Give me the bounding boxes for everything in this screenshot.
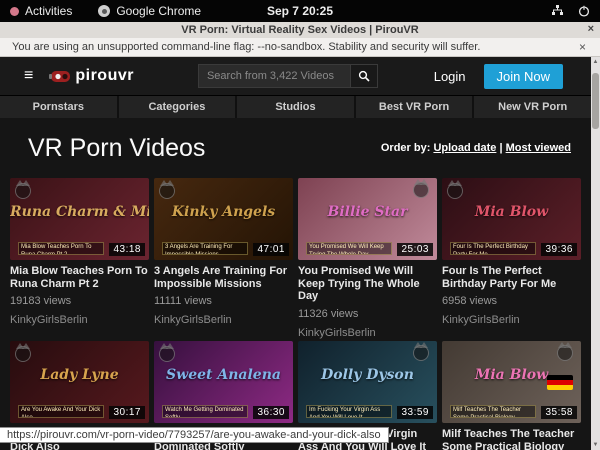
duration-badge: 25:03 (397, 243, 433, 256)
german-flag-icon (547, 375, 573, 390)
duration-badge: 36:30 (253, 406, 289, 419)
video-title-link[interactable]: You Promised We Will Keep Trying The Who… (298, 265, 437, 303)
cat-mask-studio-icon (557, 345, 573, 361)
video-thumbnail[interactable]: Mia BlowMilf Teaches The Teacher Some Pr… (442, 341, 581, 423)
thumbnail-caption: Are You Awake And Your Dick Also (18, 405, 104, 418)
order-link-upload-date[interactable]: Upload date (433, 142, 496, 154)
video-title-link[interactable]: Four Is The Perfect Birthday Party For M… (442, 265, 581, 290)
cat-mask-studio-icon (447, 183, 463, 199)
studio-link[interactable]: KinkyGirlsBerlin (154, 314, 293, 326)
performer-name-overlay: Runa Charm & Mia Blow (10, 204, 149, 220)
cat-mask-studio-icon (159, 183, 175, 199)
thumbnail-caption: Milf Teaches The Teacher Some Practical … (450, 405, 536, 418)
status-url-tooltip: https://pirouvr.com/vr-porn-video/779325… (0, 427, 389, 443)
video-thumbnail[interactable]: Dolly Dyson Im Fucking Your Virgin Ass An… (298, 341, 437, 423)
scrollbar-down-arrow[interactable]: ▼ (591, 442, 600, 448)
thumbnail-caption: Im Fucking Your Virgin Ass And You Will … (306, 405, 392, 418)
order-links: Upload date | Most viewed (433, 142, 571, 154)
network-icon[interactable] (551, 5, 564, 17)
duration-badge: 33:59 (397, 406, 433, 419)
video-card[interactable]: Mia BlowMilf Teaches The Teacher Some Pr… (442, 341, 581, 450)
browser-title-bar: VR Porn: Virtual Reality Sex Videos | Pi… (0, 22, 600, 38)
video-thumbnail[interactable]: Sweet Analena Watch Me Getting Dominated … (154, 341, 293, 423)
video-views: 19183 views (10, 295, 149, 307)
performer-name-overlay: Billie Star (298, 204, 437, 220)
video-card[interactable]: Billie Star You Promised We Will Keep Try… (298, 178, 437, 341)
menu-item-categories[interactable]: Categories (119, 96, 236, 118)
warning-infobar: You are using an unsupported command-lin… (0, 38, 600, 57)
video-card[interactable]: Kinky Angels 3 Angels Are Training For Im… (154, 178, 293, 341)
vr-goggles-icon (49, 70, 71, 83)
performer-name-overlay: Lady Lyne (10, 367, 149, 383)
join-now-button[interactable]: Join Now (484, 64, 563, 89)
menu-item-new-vr-porn[interactable]: New VR Porn (474, 96, 591, 118)
warning-close-icon[interactable]: × (579, 40, 586, 54)
video-thumbnail[interactable]: Mia Blow Four Is The Perfect Birthday Par… (442, 178, 581, 260)
scrollbar-thumb[interactable] (592, 73, 599, 129)
video-card[interactable]: Mia Blow Four Is The Perfect Birthday Par… (442, 178, 581, 341)
clock[interactable]: Sep 7 20:25 (0, 4, 600, 18)
power-icon[interactable] (578, 5, 590, 17)
menu-bar: PornstarsCategoriesStudiosBest VR PornNe… (0, 95, 591, 118)
vertical-scrollbar[interactable]: ▲ ▼ (591, 57, 600, 450)
site-logo[interactable]: pirouvr (49, 67, 134, 85)
performer-name-overlay: Sweet Analena (154, 367, 293, 383)
menu-item-best-vr-porn[interactable]: Best VR Porn (356, 96, 473, 118)
video-thumbnail[interactable]: Lady Lyne Are You Awake And Your Dick Als… (10, 341, 149, 423)
site-header: ≡ pirouvr Login Join Now (0, 57, 591, 95)
system-top-bar: Activities Google Chrome Sep 7 20:25 (0, 0, 600, 22)
tab-title: VR Porn: Virtual Reality Sex Videos | Pi… (181, 24, 418, 36)
thumbnail-caption: Mia Blow Teaches Porn To Runa Charm Pt 2 (18, 242, 104, 255)
video-thumbnail[interactable]: Kinky Angels 3 Angels Are Training For Im… (154, 178, 293, 260)
page-title: VR Porn Videos (28, 134, 205, 163)
video-title-link[interactable]: 3 Angels Are Training For Impossible Mis… (154, 265, 293, 290)
studio-link[interactable]: KinkyGirlsBerlin (298, 327, 437, 339)
scrollbar-up-arrow[interactable]: ▲ (591, 59, 600, 65)
login-link[interactable]: Login (434, 69, 466, 84)
studio-link[interactable]: KinkyGirlsBerlin (10, 314, 149, 326)
video-views: 11111 views (154, 295, 293, 307)
duration-badge: 39:36 (541, 243, 577, 256)
video-card[interactable]: Runa Charm & Mia Blow Mia Blow Teaches Po… (10, 178, 149, 341)
thumbnail-caption: 3 Angels Are Training For Impossible Mis… (162, 242, 248, 255)
warning-text: You are using an unsupported command-lin… (12, 41, 480, 53)
video-title-link[interactable]: Milf Teaches The Teacher Some Practical … (442, 428, 581, 450)
order-link-most-viewed[interactable]: Most viewed (506, 142, 571, 154)
video-thumbnail[interactable]: Billie Star You Promised We Will Keep Try… (298, 178, 437, 260)
order-by: Order by: Upload date | Most viewed (381, 142, 571, 154)
performer-name-overlay: Dolly Dyson (298, 367, 437, 383)
menu-item-studios[interactable]: Studios (237, 96, 354, 118)
site-logo-text: pirouvr (75, 67, 134, 85)
menu-item-pornstars[interactable]: Pornstars (0, 96, 117, 118)
performer-name-overlay: Kinky Angels (154, 204, 293, 220)
tab-close-icon[interactable]: × (588, 23, 594, 35)
studio-link[interactable]: KinkyGirlsBerlin (442, 314, 581, 326)
video-views: 11326 views (298, 308, 437, 320)
search-input[interactable] (198, 64, 350, 88)
duration-badge: 47:01 (253, 243, 289, 256)
order-by-label: Order by: (381, 142, 431, 154)
video-views: 6958 views (442, 295, 581, 307)
thumbnail-caption: Watch Me Getting Dominated Softly (162, 405, 248, 418)
hamburger-menu-icon[interactable]: ≡ (24, 68, 33, 84)
video-thumbnail[interactable]: Runa Charm & Mia Blow Mia Blow Teaches Po… (10, 178, 149, 260)
search-icon (358, 70, 370, 82)
cat-mask-studio-icon (159, 346, 175, 362)
search-button[interactable] (350, 64, 378, 88)
cat-mask-studio-icon (413, 182, 429, 198)
performer-name-overlay: Mia Blow (442, 204, 581, 220)
cat-mask-studio-icon (413, 345, 429, 361)
thumbnail-caption: Four Is The Perfect Birthday Party For M… (450, 242, 536, 255)
duration-badge: 35:58 (541, 406, 577, 419)
cat-mask-studio-icon (15, 183, 31, 199)
thumbnail-caption: You Promised We Will Keep Trying The Who… (306, 242, 392, 255)
page-viewport: ≡ pirouvr Login Join Now PornstarsCatego… (0, 57, 591, 450)
cat-mask-studio-icon (15, 346, 31, 362)
duration-badge: 43:18 (109, 243, 145, 256)
video-grid: Runa Charm & Mia Blow Mia Blow Teaches Po… (10, 178, 581, 450)
video-title-link[interactable]: Mia Blow Teaches Porn To Runa Charm Pt 2 (10, 265, 149, 290)
duration-badge: 30:17 (109, 406, 145, 419)
